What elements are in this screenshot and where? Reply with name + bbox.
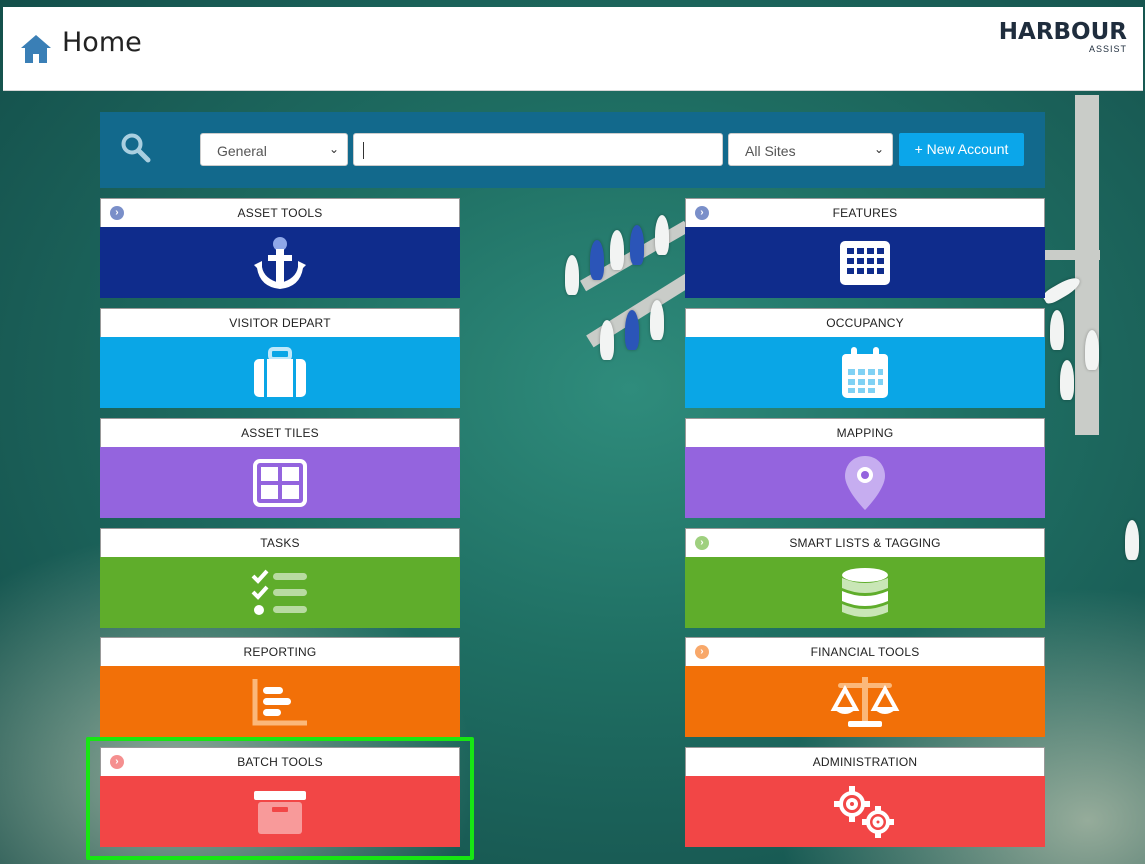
tile-body[interactable] xyxy=(685,337,1045,408)
chevron-down-icon: ⌄ xyxy=(873,142,884,156)
page-header: Home HARBOUR ASSIST xyxy=(3,7,1143,91)
scales-icon xyxy=(830,676,900,727)
tile-body[interactable] xyxy=(100,227,460,298)
category-select[interactable]: General ⌄ xyxy=(200,133,348,166)
tile-header: › FINANCIAL TOOLS xyxy=(685,637,1045,666)
tile-body[interactable] xyxy=(685,666,1045,737)
tile-body[interactable] xyxy=(685,557,1045,628)
harbour-assist-logo: HARBOUR ASSIST xyxy=(998,19,1127,54)
tile-tasks[interactable]: TASKS xyxy=(100,528,460,628)
tile-body[interactable] xyxy=(685,447,1045,518)
tiles-icon xyxy=(253,458,307,507)
grid-icon xyxy=(840,240,890,285)
batch-tools-highlight xyxy=(86,737,474,860)
chevron-right-icon[interactable]: › xyxy=(695,206,709,220)
tile-header: VISITOR DEPART xyxy=(100,308,460,337)
tile-header: MAPPING xyxy=(685,418,1045,447)
tile-asset-tools[interactable]: › ASSET TOOLS xyxy=(100,198,460,298)
tile-body[interactable] xyxy=(685,227,1045,298)
tile-body[interactable] xyxy=(685,776,1045,847)
tile-body[interactable] xyxy=(100,557,460,628)
tile-visitor-depart[interactable]: VISITOR DEPART xyxy=(100,308,460,408)
search-icon[interactable] xyxy=(120,132,152,164)
tile-financial-tools[interactable]: › FINANCIAL TOOLS xyxy=(685,637,1045,737)
tile-mapping[interactable]: MAPPING xyxy=(685,418,1045,518)
plus-icon: + xyxy=(914,141,923,157)
tile-occupancy[interactable]: OCCUPANCY xyxy=(685,308,1045,408)
tile-header: REPORTING xyxy=(100,637,460,666)
tile-body[interactable] xyxy=(100,337,460,408)
tile-header: ASSET TILES xyxy=(100,418,460,447)
suitcase-icon xyxy=(254,346,306,397)
tile-features[interactable]: › FEATURES xyxy=(685,198,1045,298)
tile-header: › FEATURES xyxy=(685,198,1045,227)
tile-header: TASKS xyxy=(100,528,460,557)
tile-reporting[interactable]: REPORTING xyxy=(100,637,460,737)
tile-asset-tiles[interactable]: ASSET TILES xyxy=(100,418,460,518)
tile-smart-lists-tagging[interactable]: › SMART LISTS & TAGGING xyxy=(685,528,1045,628)
tile-header: › ASSET TOOLS xyxy=(100,198,460,227)
page-title: Home xyxy=(62,27,142,58)
bar-chart-icon xyxy=(252,678,307,725)
tile-administration[interactable]: ADMINISTRATION xyxy=(685,747,1045,847)
tile-body[interactable] xyxy=(100,447,460,518)
chevron-right-icon[interactable]: › xyxy=(110,206,124,220)
text-caret xyxy=(363,142,364,159)
tile-header: ADMINISTRATION xyxy=(685,747,1045,776)
sites-select-value: All Sites xyxy=(745,143,796,159)
tile-body[interactable] xyxy=(100,666,460,737)
anchor-icon xyxy=(254,236,306,289)
search-input[interactable] xyxy=(353,133,723,166)
home-icon[interactable] xyxy=(19,33,53,65)
chevron-down-icon: ⌄ xyxy=(328,142,339,156)
chevron-right-icon[interactable]: › xyxy=(695,645,709,659)
tile-header: › SMART LISTS & TAGGING xyxy=(685,528,1045,557)
checklist-icon xyxy=(251,569,307,615)
search-bar: General ⌄ All Sites ⌄ + New Account xyxy=(100,112,1045,188)
database-icon xyxy=(842,567,888,617)
tile-header: OCCUPANCY xyxy=(685,308,1045,337)
category-select-value: General xyxy=(217,143,267,159)
calendar-icon xyxy=(842,346,888,398)
chevron-right-icon[interactable]: › xyxy=(695,536,709,550)
new-account-button[interactable]: + New Account xyxy=(899,133,1024,166)
map-pin-icon xyxy=(845,455,885,510)
gears-icon xyxy=(834,785,894,838)
sites-select[interactable]: All Sites ⌄ xyxy=(728,133,893,166)
